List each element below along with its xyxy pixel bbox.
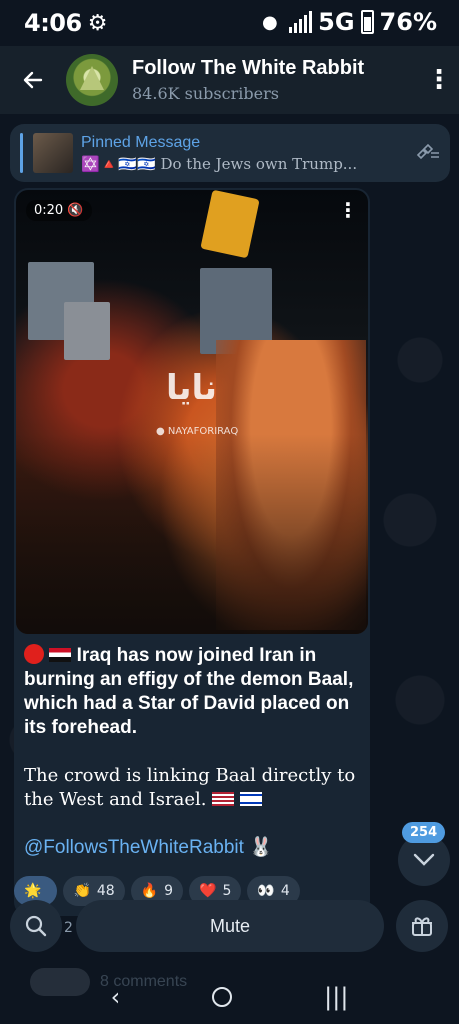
video-duration-badge[interactable]: 0:20 🔇 [26,200,92,221]
search-badge-count: 2 [64,920,73,936]
reaction-count: 5 [222,883,232,899]
search-button[interactable] [10,900,62,952]
reaction-count: 48 [96,883,115,899]
video-flag-shape [200,190,260,259]
post-caption: Iraq has now joined Iran in burning an e… [24,644,364,884]
channel-avatar[interactable] [66,54,118,106]
status-time: 4:06 [24,9,82,37]
chat-header: Follow The White Rabbit 84.6K subscriber… [0,46,459,114]
pinned-indicator [20,133,23,173]
search-icon [25,915,47,937]
video-crowd-shape [16,434,368,634]
caption-paragraph-1: Iraq has now joined Iran in burning an e… [24,645,354,738]
channel-info[interactable]: Follow The White Rabbit 84.6K subscriber… [132,57,419,103]
pinned-message-bar[interactable]: Pinned Message ✡️🔺🇮🇱🇮🇱 Do the Jews own T… [10,124,450,182]
channel-post: نايا ● NAYAFORIRAQ 0:20 🔇 ⋮ Iraq has now… [14,188,370,916]
channel-title: Follow The White Rabbit [132,57,365,79]
volume-muted-icon: 🔇 [67,203,84,218]
israel-flag-icon [239,792,262,806]
signal-icon [289,11,313,33]
gift-icon [412,917,432,936]
pinned-title: Pinned Message [81,133,201,151]
star-icon: 🌟 [24,883,42,899]
pin-list-glyph [416,143,439,159]
subscriber-count: 84.6K subscribers [132,84,279,103]
heart-icon: ❤️ [199,883,217,899]
red-circle-icon [24,644,44,664]
reaction-count: 4 [280,883,290,899]
nav-recents-icon[interactable]: ||| [324,983,348,1011]
video-poster-shape [64,302,110,360]
pinned-snippet: ✡️🔺🇮🇱🇮🇱 Do the Jews own Trump... [81,154,358,173]
unread-count-badge: 254 [402,822,446,843]
back-arrow-icon[interactable] [0,46,66,114]
settings-gear-icon: ⚙ [87,10,108,36]
iraq-flag-icon [49,648,72,662]
system-nav-bar: ‹ ||| [0,970,459,1024]
bottom-action-bar: 2 Mute [0,900,459,956]
chevron-down-icon [413,853,435,866]
reaction-count: 9 [164,883,174,899]
video-watermark-sub: ● NAYAFORIRAQ [156,426,239,437]
more-vert-icon[interactable]: ⋮ [419,46,459,114]
pinned-thumbnail [33,133,73,173]
gift-button[interactable] [396,900,448,952]
mute-button[interactable]: Mute [76,900,384,952]
eyes-icon: 👀 [257,883,275,899]
nav-home-icon[interactable] [212,987,233,1007]
video-duration: 0:20 [34,203,64,218]
video-watermark: نايا [166,368,218,408]
notification-dot-icon: ● [262,12,278,33]
network-type: 5G [318,8,355,36]
nav-back-icon[interactable]: ‹ [111,983,121,1011]
battery-icon [360,10,374,34]
caption-paragraph-2: The crowd is linking Baal directly to th… [24,765,356,810]
arrow-left-icon [23,71,43,89]
status-indicators: 5G 76% [289,8,437,36]
battery-level: 76% [379,8,437,36]
fire-icon: 🔥 [140,883,159,899]
usa-flag-icon [212,792,235,806]
status-bar: 4:06 ⚙ ● 5G 76% [0,0,459,46]
clap-icon: 👏 [73,883,91,899]
pyramid-eye-icon [80,66,104,90]
video-player[interactable]: نايا ● NAYAFORIRAQ 0:20 🔇 ⋮ [16,190,368,634]
video-more-icon[interactable]: ⋮ [338,198,358,222]
channel-handle-link[interactable]: @FollowsTheWhiteRabbit 🐰 [24,836,364,860]
pin-list-icon[interactable] [406,141,450,166]
